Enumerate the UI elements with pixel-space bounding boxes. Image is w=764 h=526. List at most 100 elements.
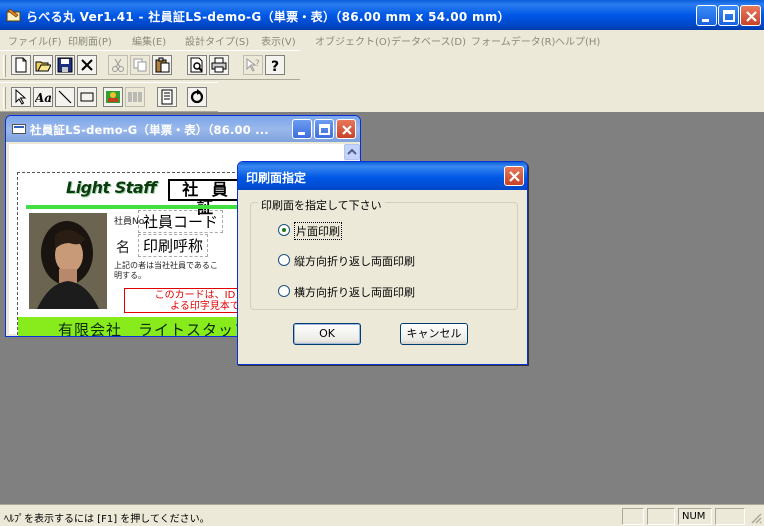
text-tool-icon: Aa xyxy=(35,91,51,105)
image-tool-button[interactable] xyxy=(103,87,123,107)
copy-icon xyxy=(133,58,147,72)
radio-button-selected[interactable] xyxy=(278,224,290,236)
print-side-group-label: 印刷面を指定して下さい xyxy=(258,197,385,213)
resize-grip-icon[interactable] xyxy=(750,512,762,524)
list-button[interactable] xyxy=(157,87,177,107)
dialog-title: 印刷面指定 xyxy=(246,171,307,185)
maximize-icon xyxy=(723,10,735,22)
status-pane-kana xyxy=(647,508,675,525)
toolbar-grip[interactable] xyxy=(3,87,6,109)
open-button[interactable] xyxy=(33,55,53,75)
document-maximize-button[interactable] xyxy=(314,119,334,139)
dialog-close-button[interactable] xyxy=(504,166,524,186)
menu-edit[interactable]: 編集(E) xyxy=(132,33,166,48)
name-label[interactable]: 名 xyxy=(116,237,130,257)
menu-file[interactable]: ファイル(F) xyxy=(8,33,62,48)
menu-help[interactable]: ヘルプ(H) xyxy=(555,33,600,48)
new-icon xyxy=(15,57,27,73)
app-icon xyxy=(6,8,21,22)
help-icon: ? xyxy=(271,59,279,73)
cut-button[interactable] xyxy=(108,55,128,75)
status-pane-scroll xyxy=(715,508,745,525)
menu-database[interactable]: データベース(D) xyxy=(391,33,466,48)
close-icon xyxy=(342,125,352,135)
copy-button[interactable] xyxy=(130,55,150,75)
radio-vertical-fold-label: 縦方向折り返し両面印刷 xyxy=(294,255,415,268)
menu-form-data[interactable]: フォームデータ(R) xyxy=(471,33,555,48)
context-help-icon: ? xyxy=(246,58,260,72)
employee-code-field[interactable]: 社員コード xyxy=(138,210,224,233)
rect-tool-icon xyxy=(80,92,94,102)
radio-button[interactable] xyxy=(278,254,290,266)
context-help-button[interactable]: ? xyxy=(243,55,263,75)
menu-bar: ファイル(F) 印刷面(P) 編集(E) 設計タイプ(S) 表示(V) オブジェ… xyxy=(0,30,764,50)
rect-tool-button[interactable] xyxy=(77,87,97,107)
portrait-image xyxy=(29,213,107,309)
cut-icon xyxy=(112,58,124,72)
new-button[interactable] xyxy=(11,55,31,75)
print-preview-icon xyxy=(190,57,203,73)
print-side-dialog: 印刷面指定 印刷面を指定して下さい 片面印刷 縦方向折り返し両面印刷 横方向折り… xyxy=(237,161,528,365)
refresh-button[interactable] xyxy=(187,87,207,107)
close-icon xyxy=(746,11,757,22)
dialog-title-bar[interactable]: 印刷面指定 xyxy=(238,162,527,190)
ok-button[interactable]: OK xyxy=(293,323,361,345)
close-button[interactable] xyxy=(740,5,761,26)
line-tool-icon xyxy=(58,90,72,104)
status-num-indicator: NUM xyxy=(678,508,712,525)
menu-view[interactable]: 表示(V) xyxy=(261,33,296,48)
status-message: ﾍﾙﾌﾟを表示するには [F1] を押してください。 xyxy=(4,514,210,525)
minimize-icon xyxy=(702,19,709,22)
svg-text:?: ? xyxy=(271,59,279,73)
menu-design-type[interactable]: 設計タイプ(S) xyxy=(185,33,249,48)
minimize-button[interactable] xyxy=(696,5,717,26)
standard-toolbar: ? ? xyxy=(0,50,300,80)
menu-print-side[interactable]: 印刷面(P) xyxy=(68,33,112,48)
save-button[interactable] xyxy=(55,55,75,75)
close-icon xyxy=(509,171,520,182)
company-name[interactable]: 有限会社 ライトスタッフ xyxy=(58,319,250,336)
menu-object[interactable]: オブジェクト(O) xyxy=(315,33,391,48)
brand-logo-text[interactable]: Light Staff xyxy=(66,178,157,197)
radio-button[interactable] xyxy=(278,285,290,297)
document-minimize-button[interactable] xyxy=(292,119,312,139)
maximize-icon xyxy=(319,124,330,135)
barcode-tool-icon xyxy=(128,92,142,102)
barcode-tool-button[interactable] xyxy=(125,87,145,107)
print-icon xyxy=(211,57,227,73)
minimize-icon xyxy=(298,132,305,135)
print-name-field[interactable]: 印刷呼称 xyxy=(138,234,209,257)
help-button[interactable]: ? xyxy=(265,55,285,75)
refresh-icon xyxy=(190,89,204,104)
maximize-button[interactable] xyxy=(718,5,739,26)
select-tool-button[interactable] xyxy=(11,87,31,107)
delete-button[interactable] xyxy=(77,55,97,75)
document-close-button[interactable] xyxy=(336,119,356,139)
svg-text:?: ? xyxy=(255,59,260,69)
app-title-bar[interactable]: らべる丸 Ver1.41 - 社員証LS-demo-G（単票・表）（86.00 … xyxy=(0,0,764,30)
app-title: らべる丸 Ver1.41 - 社員証LS-demo-G（単票・表）（86.00 … xyxy=(26,10,510,24)
select-arrow-icon xyxy=(15,89,27,105)
document-icon xyxy=(12,124,26,134)
text-tool-button[interactable]: Aa xyxy=(33,87,53,107)
status-bar: ﾍﾙﾌﾟを表示するには [F1] を押してください。 NUM xyxy=(0,504,764,526)
document-title: 社員証LS-demo-G（単票・表）（86.00 ... xyxy=(30,123,269,137)
toolbar-grip[interactable] xyxy=(3,55,6,77)
drawing-toolbar: Aa xyxy=(0,82,218,112)
line-tool-button[interactable] xyxy=(55,87,75,107)
employee-photo[interactable] xyxy=(29,213,107,309)
status-pane-caps xyxy=(622,508,644,525)
save-icon xyxy=(57,57,73,73)
cancel-button[interactable]: キャンセル xyxy=(400,323,468,345)
paste-icon xyxy=(155,57,170,73)
scroll-up-button[interactable] xyxy=(344,144,360,160)
delete-icon xyxy=(81,59,93,71)
open-icon xyxy=(35,61,51,72)
print-button[interactable] xyxy=(209,55,229,75)
print-preview-button[interactable] xyxy=(187,55,207,75)
card-heading[interactable]: 社 員 証 xyxy=(168,179,246,217)
paste-button[interactable] xyxy=(152,55,172,75)
statement-line-2[interactable]: 明する。 xyxy=(114,270,146,281)
document-title-bar[interactable]: 社員証LS-demo-G（単票・表）（86.00 ... xyxy=(6,116,360,142)
radio-single-side-label: 片面印刷 xyxy=(294,222,342,240)
